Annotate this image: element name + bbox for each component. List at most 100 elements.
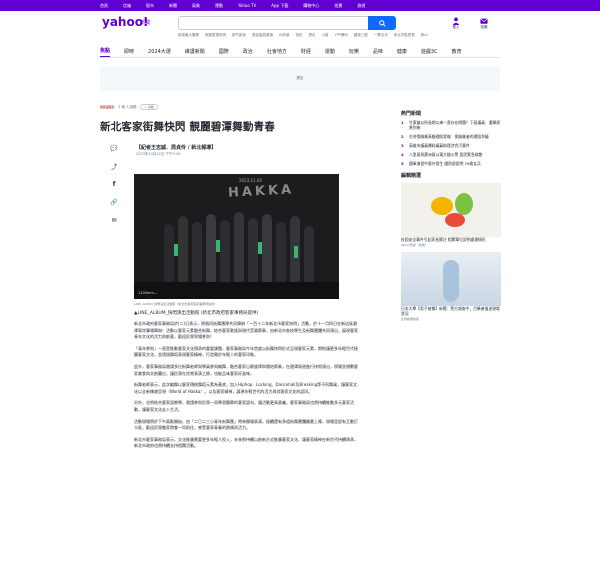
photo-watermark: 1100mm... bbox=[138, 291, 158, 295]
source-logo[interactable]: 客家電視台 bbox=[100, 105, 114, 109]
hot-news-item[interactable]: 1 竹東鎮公所長期以來一直存在問題？下屆議員：選舉即將到來 bbox=[401, 120, 501, 130]
header-actions: 登入 信箱 bbox=[452, 17, 488, 30]
topbar-item[interactable]: 信箱 bbox=[123, 3, 131, 9]
trending-link[interactable]: 川普 bbox=[321, 33, 328, 38]
comment-icon[interactable]: 💬 bbox=[110, 144, 118, 152]
article-source: 客家電視台 3 個 人追蹤 + 追蹤 bbox=[100, 104, 392, 110]
share-bar: 💬 ⤴ f 🔗 ✉ bbox=[110, 144, 118, 224]
rec-card[interactable]: 日本大學【男子被捕】新聞：警方調查中，目擊者描述現場狀況 全球新聞快訊 bbox=[401, 252, 501, 322]
article-byline: 【紀者王志誠．周貞伶 / 新北報導】 bbox=[136, 145, 217, 151]
nav-item[interactable]: 國際 bbox=[219, 48, 229, 55]
nav-item[interactable]: 政治 bbox=[243, 48, 253, 55]
photo-banner: HAKKA bbox=[227, 182, 295, 201]
article-paragraph: 新北市客家事務局表示，文化推廣需要更多年輕人投入，未來將持續以創新方式推廣客家文… bbox=[134, 436, 358, 449]
rec-text: 日本大學【男子被捕】新聞：警方調查中，目擊者描述現場狀況 bbox=[401, 306, 500, 316]
topbar-item[interactable]: 新聞 bbox=[169, 3, 177, 9]
article-title: 新北客家街舞快閃 靚麗碧潭舞動青春 bbox=[100, 121, 276, 133]
nav-item[interactable]: 財經 bbox=[301, 48, 311, 55]
trending-link[interactable]: 國道三號 bbox=[354, 33, 368, 38]
yahoo-logo[interactable]: yahoo! 新聞 bbox=[102, 15, 151, 29]
rec-image bbox=[401, 252, 501, 306]
hot-news-item[interactable]: 5 國軍演習中意外發生 國防部說明 29歲女兵 bbox=[401, 161, 501, 166]
topbar-item[interactable]: 氣象 bbox=[192, 3, 200, 9]
trending-link[interactable]: 鄭麗君遭申請 bbox=[205, 33, 226, 38]
category-nav: 焦點 即時 2024大選 維護新聞 國際 政治 社會地方 財經 運動 玩樂 品味… bbox=[100, 46, 500, 58]
nav-item[interactable]: 遊戲3C bbox=[421, 48, 438, 55]
search-button[interactable] bbox=[368, 16, 396, 30]
mail-label: 信箱 bbox=[480, 25, 488, 29]
article-paragraph: 新北市政府客家事務局於(二)日表示，將偕同街舞團隊共同舉辦「一百十二年新北市客家… bbox=[134, 321, 358, 340]
rec-sponsor: 全球新聞快訊 bbox=[401, 317, 420, 321]
article-body: 新北市政府客家事務局於(二)日表示，將偕同街舞團隊共同舉辦「一百十二年新北市客家… bbox=[134, 321, 359, 455]
trending-links: 越南最大農業 鄭麗君遭申請 新竹新創 原民議員遭捕 AI評論 快訊 提名 川普 … bbox=[178, 33, 428, 38]
article-paragraph: 此外，客家事務局邀請多位街舞老師與學員參與編舞，融合客家山歌旋律與嘻哈節奏，在碧… bbox=[134, 363, 358, 376]
photo-caption: LINE_ALBUM_快閃演出活動照（新北市政府客家事務局提供） bbox=[134, 302, 218, 306]
hot-news-item[interactable]: 3 高雄市議員爆料議員助理涉貪污案件 bbox=[401, 143, 501, 148]
nav-item[interactable]: 2024大選 bbox=[148, 48, 171, 55]
photo-year: 2023.11.04 bbox=[239, 178, 262, 183]
nav-item[interactable]: 品味 bbox=[373, 48, 383, 55]
article-paragraph: 活動現場將於下午兩點開始，由「二〇二三小青年街舞團」帶來開場表演，接續還有多組街… bbox=[134, 418, 358, 431]
topbar-item[interactable]: 拍賣 bbox=[334, 3, 342, 9]
source-name: 客家電視台 bbox=[100, 105, 114, 109]
ad-label: 廣告 bbox=[296, 76, 304, 80]
topbar-item[interactable]: 運動 bbox=[215, 3, 223, 9]
search-icon bbox=[378, 19, 386, 27]
trending-link[interactable]: 快訊 bbox=[295, 33, 302, 38]
hot-news-title: 熱門新聞 bbox=[401, 111, 422, 117]
nav-item[interactable]: 維護新聞 bbox=[185, 48, 205, 55]
article-date: 2023年10月22日 下午3:49 bbox=[136, 152, 181, 156]
nav-item[interactable]: 玩樂 bbox=[349, 48, 359, 55]
link-icon[interactable]: 🔗 bbox=[110, 198, 118, 206]
trending-link[interactable]: 越南最大農業 bbox=[178, 33, 199, 38]
article-photo[interactable]: 2023.11.04 HAKKA 1100mm... bbox=[134, 174, 339, 299]
follow-label: 追蹤 bbox=[147, 105, 154, 109]
article-paragraph: 另外，也將結合客家語教學，邀請參與民眾一同學習簡單的客家語句，讓活動更具意義，客… bbox=[134, 400, 354, 412]
article-lead: ▲LINE_ALBUM_快閃演出活動照 (新北市政府客家事務局提供) bbox=[134, 311, 259, 316]
trending-link[interactable]: 原民議員遭捕 bbox=[252, 33, 273, 38]
login-label: 登入 bbox=[452, 25, 460, 29]
rec-image bbox=[401, 183, 501, 237]
rec-text: 校園安全事件引起家長關注 相關單位說明處理情形 bbox=[401, 237, 486, 242]
nav-item[interactable]: 教育 bbox=[452, 48, 462, 55]
mail-share-icon[interactable]: ✉ bbox=[110, 216, 118, 224]
article-paragraph: 街舞老師表示，此次編舞以客家傳統舞蹈元素為基底，加入Hiphop、Locking… bbox=[134, 382, 358, 394]
picks-title: 編輯精選 bbox=[401, 173, 422, 179]
ad-banner[interactable]: 廣告 bbox=[100, 66, 500, 91]
rec-sponsor: Yahoo奇摩（新聞） bbox=[401, 243, 428, 247]
trending-link[interactable]: AI評論 bbox=[279, 33, 289, 38]
nav-item[interactable]: 運動 bbox=[325, 48, 335, 55]
sidebar: 熱門新聞 1 竹東鎮公所長期以來一直存在問題？下屆議員：選舉即將到來 2 台灣保險業… bbox=[401, 110, 501, 322]
trending-link[interactable]: 新AI bbox=[421, 33, 428, 38]
topbar-item[interactable]: App 下載 bbox=[271, 3, 288, 9]
topbar-item[interactable]: Yahoo TV bbox=[238, 3, 256, 8]
hot-news-item[interactable]: 2 台灣保險業高額理賠背後：保險業者的理賠爭議 bbox=[401, 134, 501, 139]
topbar-item[interactable]: 購物中心 bbox=[303, 3, 319, 9]
share-icon[interactable]: ⤴ bbox=[110, 162, 118, 171]
topbar-item[interactable]: 旅遊 bbox=[357, 3, 365, 9]
article: 客家電視台 3 個 人追蹤 + 追蹤 新北客家街舞快閃 靚麗碧潭舞動青春 💬 ⤴… bbox=[100, 104, 392, 448]
trending-link[interactable]: 一票否決 bbox=[374, 33, 388, 38]
trending-link[interactable]: 臺北市監督長 bbox=[394, 33, 415, 38]
nav-item-focus[interactable]: 焦點 bbox=[100, 47, 111, 57]
trending-link[interactable]: 新竹新創 bbox=[232, 33, 246, 38]
trending-link[interactable]: YPP爆料 bbox=[334, 33, 347, 38]
nav-item[interactable]: 健康 bbox=[397, 48, 407, 55]
trending-link[interactable]: 提名 bbox=[308, 33, 315, 38]
nav-item[interactable]: 即時 bbox=[124, 48, 134, 55]
top-nav-bar: 首頁 信箱 股市 新聞 氣象 運動 Yahoo TV App 下載 購物中心 拍… bbox=[0, 0, 600, 11]
logo-sub: 新聞 bbox=[140, 20, 151, 26]
login-button[interactable]: 登入 bbox=[452, 17, 460, 30]
mail-icon bbox=[480, 18, 488, 24]
topbar-item[interactable]: 股市 bbox=[146, 3, 154, 9]
user-icon bbox=[452, 17, 460, 25]
article-paragraph: 「青年參與」一直是推動客家文化傳承的重要課題，客家事務局今年首度以街舞快閃形式呈… bbox=[134, 345, 358, 358]
topbar-item[interactable]: 首頁 bbox=[100, 3, 108, 9]
follow-button[interactable]: + 追蹤 bbox=[140, 104, 158, 110]
rec-card[interactable]: 校園安全事件引起家長關注 相關單位說明處理情形 Yahoo奇摩（新聞） bbox=[401, 183, 501, 248]
nav-item[interactable]: 社會地方 bbox=[267, 48, 287, 55]
mail-button[interactable]: 信箱 bbox=[480, 17, 488, 30]
hot-news-item[interactable]: 4 八里區與蘆洲區公寓大樓火警 居民緊急疏散 bbox=[401, 152, 501, 157]
search-input[interactable] bbox=[178, 16, 368, 30]
facebook-icon[interactable]: f bbox=[110, 180, 118, 188]
